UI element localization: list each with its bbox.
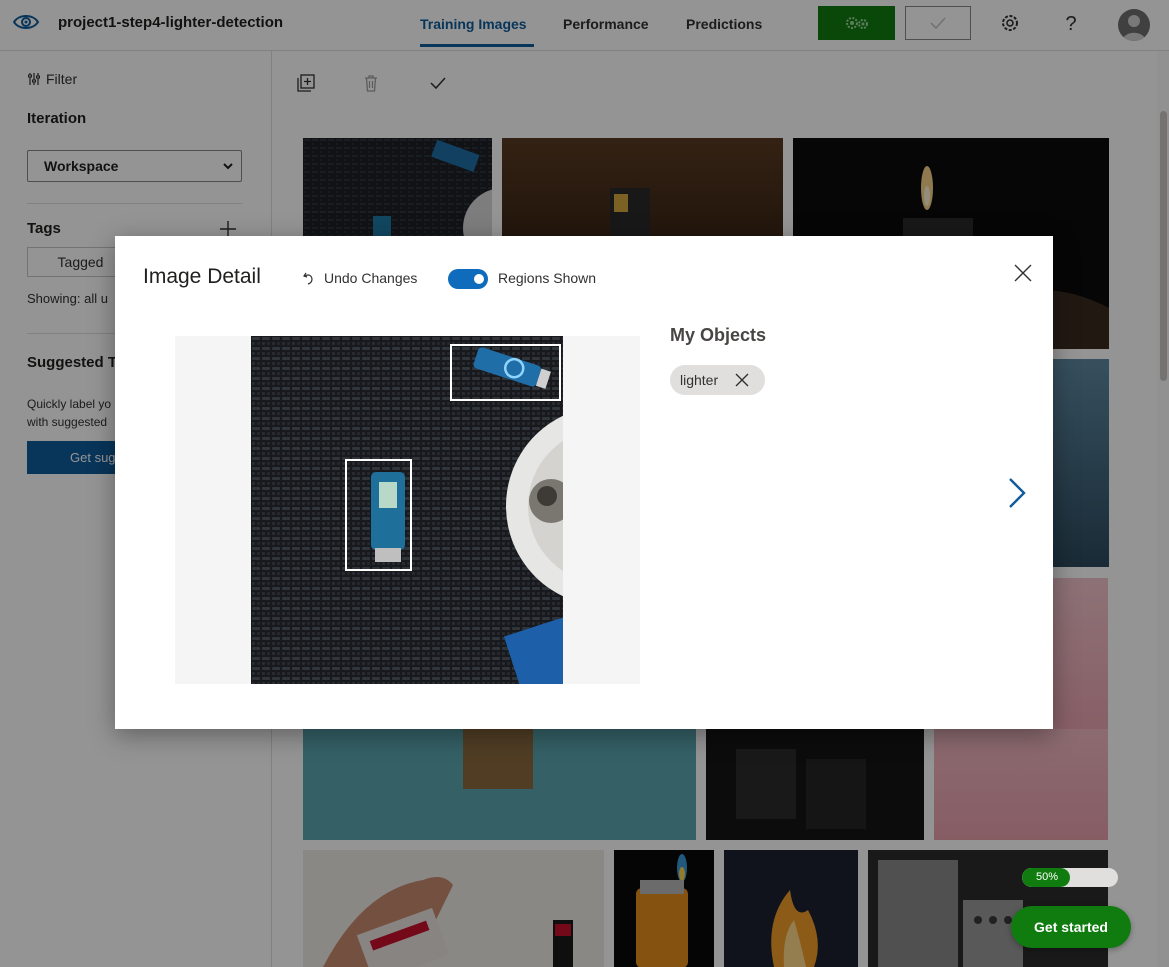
get-started-button[interactable]: Get started [1011, 906, 1131, 948]
regions-shown-label: Regions Shown [498, 270, 597, 286]
dialog-title: Image Detail [143, 265, 261, 288]
next-image-chevron-right-icon[interactable] [1005, 476, 1029, 510]
regions-shown-toggle[interactable] [448, 269, 488, 289]
undo-icon [303, 272, 313, 285]
remove-tag-icon[interactable] [734, 372, 750, 388]
close-icon[interactable] [1013, 263, 1033, 283]
lighter-photo [251, 336, 563, 684]
image-canvas[interactable] [251, 336, 563, 684]
toggle-knob [474, 274, 484, 284]
undo-changes-button[interactable]: Undo Changes [302, 270, 417, 286]
onboarding-progress-bar: 50% [1022, 868, 1118, 887]
tag-chip-label: lighter [680, 372, 719, 388]
tag-chip-lighter: lighter [670, 365, 765, 395]
undo-label: Undo Changes [324, 270, 418, 286]
my-objects-heading: My Objects [670, 325, 767, 345]
progress-label: 50% [1036, 871, 1059, 883]
image-detail-dialog: Image Detail Undo Changes Regions Shown [115, 236, 1053, 729]
